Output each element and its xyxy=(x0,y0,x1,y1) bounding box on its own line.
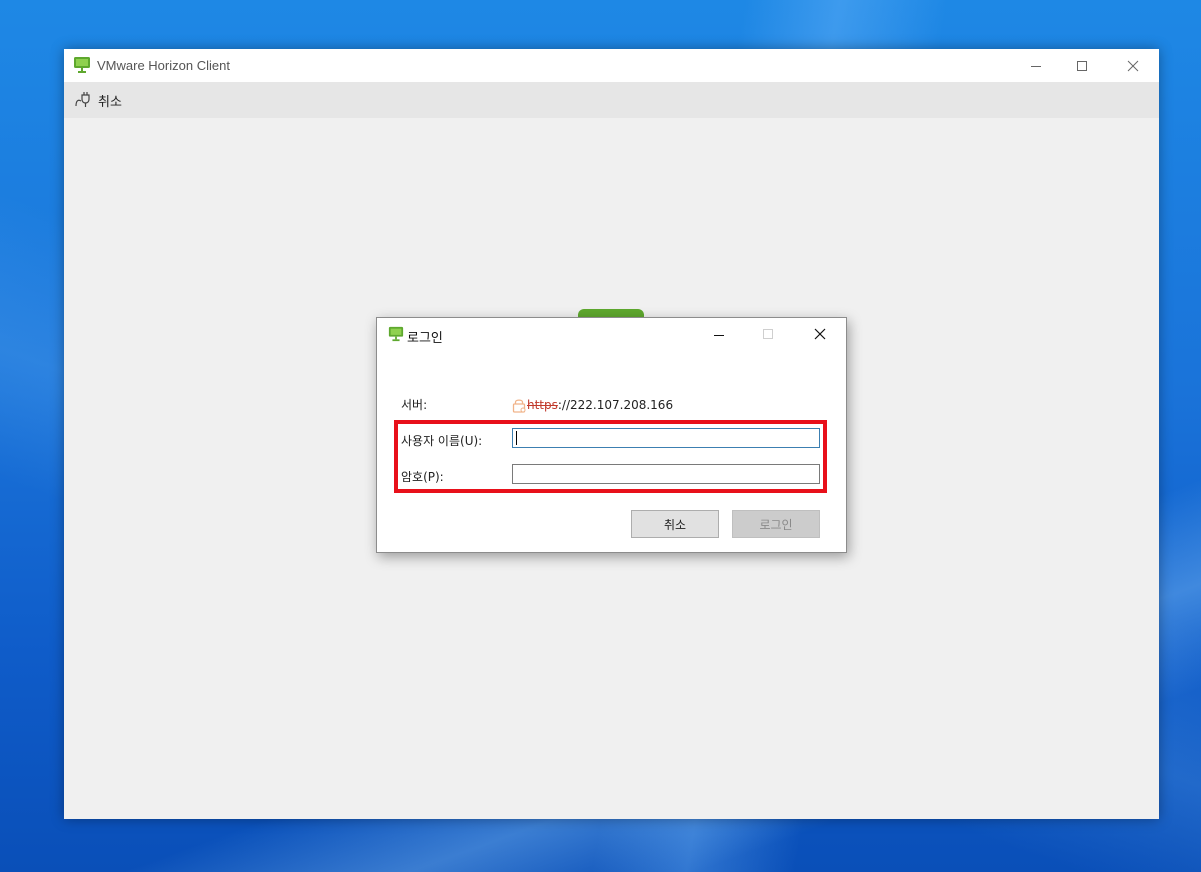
maximize-button[interactable] xyxy=(1059,49,1105,82)
minimize-button[interactable] xyxy=(1013,49,1059,82)
server-protocol: https xyxy=(527,398,558,412)
highlight-annotation xyxy=(394,420,827,493)
login-button[interactable]: 로그인 xyxy=(732,510,820,538)
toolbar-cancel-label: 취소 xyxy=(98,94,122,110)
dialog-title: 로그인 xyxy=(407,331,443,346)
close-button[interactable] xyxy=(1110,49,1156,82)
horizon-monitor-icon xyxy=(73,56,91,78)
minimize-icon xyxy=(1031,65,1041,67)
server-label: 서버: xyxy=(401,398,428,412)
close-icon xyxy=(814,328,826,340)
window-title: VMware Horizon Client xyxy=(97,58,230,73)
dialog-minimize-button[interactable] xyxy=(696,318,742,350)
dialog-close-button[interactable] xyxy=(797,318,843,350)
login-dialog: 로그인 서버: https://222.107.208.166 사용자 이름(U… xyxy=(376,317,847,553)
maximize-icon xyxy=(1077,60,1087,71)
minimize-icon xyxy=(714,335,724,336)
dialog-maximize-button xyxy=(745,318,791,350)
main-titlebar: VMware Horizon Client xyxy=(64,49,1159,82)
main-toolbar: 취소 xyxy=(64,82,1159,118)
close-icon xyxy=(1127,60,1139,71)
disconnect-plug-icon xyxy=(75,92,90,107)
toolbar-cancel-button[interactable]: 취소 xyxy=(74,90,122,110)
horizon-monitor-icon xyxy=(388,326,404,346)
server-address: https://222.107.208.166 xyxy=(511,396,673,414)
lock-icon xyxy=(512,399,526,413)
server-host: ://222.107.208.166 xyxy=(557,398,674,412)
cancel-button[interactable]: 취소 xyxy=(631,510,719,538)
maximize-icon xyxy=(763,329,773,339)
